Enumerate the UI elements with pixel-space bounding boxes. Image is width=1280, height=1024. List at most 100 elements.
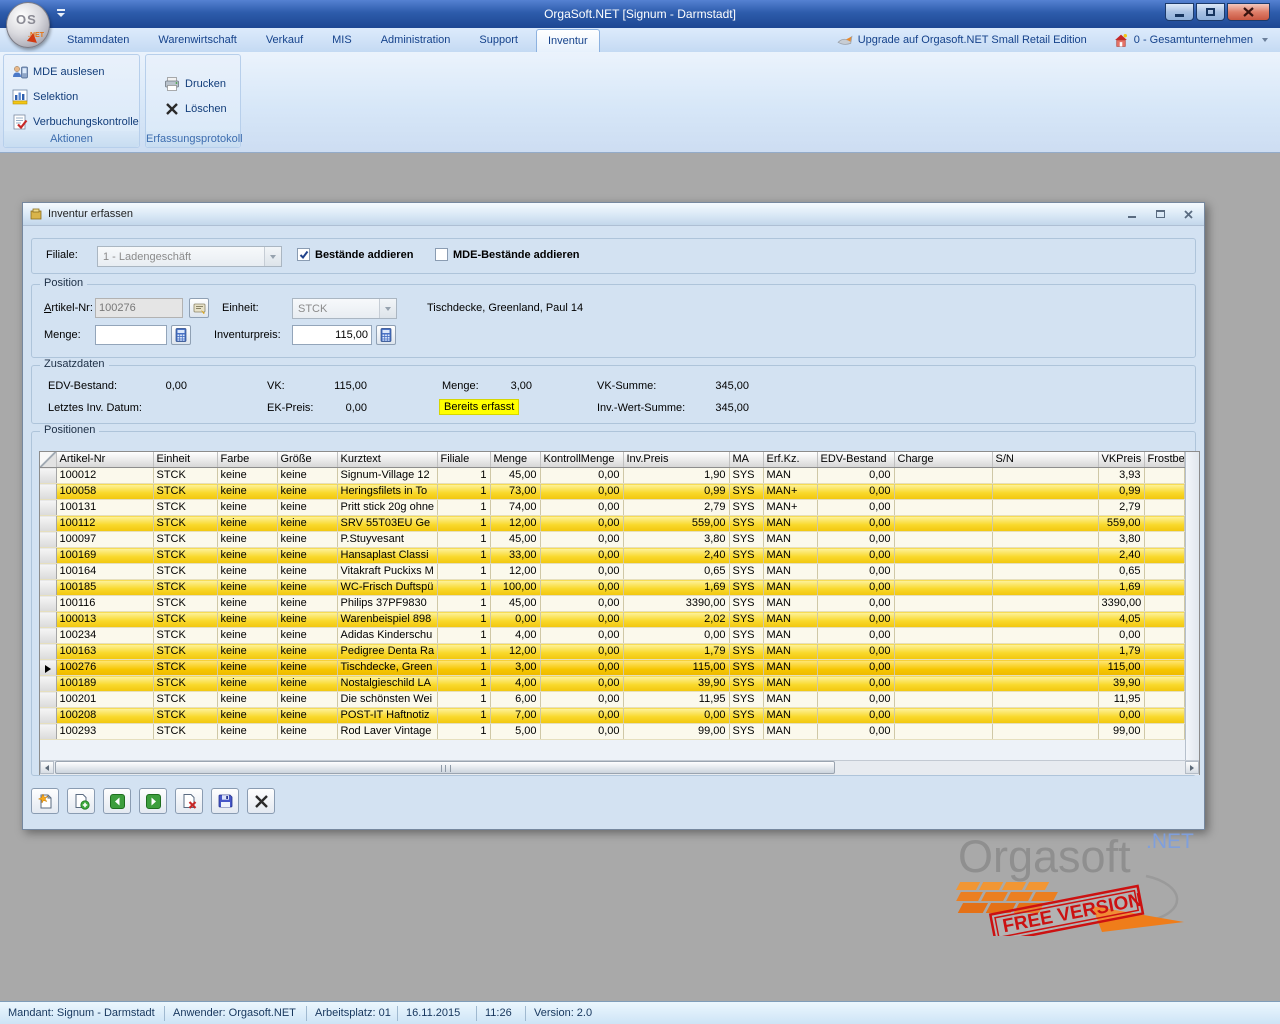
- cell-invpreis[interactable]: 2,40: [623, 548, 729, 564]
- cell-invpreis[interactable]: 0,99: [623, 484, 729, 500]
- cell-einheit[interactable]: STCK: [153, 580, 217, 596]
- cell-kurztext[interactable]: Signum-Village 12: [337, 468, 437, 484]
- cell-charge[interactable]: [894, 692, 992, 708]
- cell-einheit[interactable]: STCK: [153, 724, 217, 740]
- cell-frostbest[interactable]: [1144, 500, 1184, 516]
- cell-vkpreis[interactable]: 3390,00: [1098, 596, 1144, 612]
- cell-groesse[interactable]: keine: [277, 468, 337, 484]
- cell-charge[interactable]: [894, 500, 992, 516]
- cell-farbe[interactable]: keine: [217, 644, 277, 660]
- cell-edv-bestand[interactable]: 0,00: [817, 612, 894, 628]
- cell-invpreis[interactable]: 0,00: [623, 708, 729, 724]
- cell-filiale[interactable]: 1: [437, 548, 490, 564]
- cell-charge[interactable]: [894, 724, 992, 740]
- cell-erfkz[interactable]: MAN: [763, 708, 817, 724]
- cell-kurztext[interactable]: WC-Frisch Duftspü: [337, 580, 437, 596]
- cell-erfkz[interactable]: MAN: [763, 644, 817, 660]
- cell-charge[interactable]: [894, 628, 992, 644]
- selektion-button[interactable]: Selektion: [12, 88, 78, 106]
- cell-erfkz[interactable]: MAN: [763, 580, 817, 596]
- cell-artikel-nr[interactable]: 100116: [56, 596, 153, 612]
- cell-invpreis[interactable]: 1,79: [623, 644, 729, 660]
- horizontal-scroll-thumb[interactable]: [55, 761, 835, 774]
- cell-ma[interactable]: SYS: [729, 548, 763, 564]
- cell-charge[interactable]: [894, 596, 992, 612]
- cell-kontrollmenge[interactable]: 0,00: [540, 724, 623, 740]
- cell-sn[interactable]: [992, 564, 1098, 580]
- cell-groesse[interactable]: keine: [277, 628, 337, 644]
- row-marker-cell[interactable]: [40, 724, 56, 740]
- cell-kurztext[interactable]: POST-IT Haftnotiz: [337, 708, 437, 724]
- cell-erfkz[interactable]: MAN: [763, 660, 817, 676]
- cell-charge[interactable]: [894, 468, 992, 484]
- cell-farbe[interactable]: keine: [217, 724, 277, 740]
- cell-edv-bestand[interactable]: 0,00: [817, 724, 894, 740]
- grid-column-header[interactable]: KontrollMenge: [540, 452, 623, 468]
- table-row[interactable]: 100131 STCK keine keine Pritt stick 20g …: [40, 500, 1184, 516]
- cell-menge[interactable]: 4,00: [490, 676, 540, 692]
- cell-ma[interactable]: SYS: [729, 596, 763, 612]
- cell-menge[interactable]: 45,00: [490, 468, 540, 484]
- cell-menge[interactable]: 45,00: [490, 596, 540, 612]
- cell-filiale[interactable]: 1: [437, 532, 490, 548]
- app-logo-icon[interactable]: OS .NET: [6, 2, 50, 48]
- cell-frostbest[interactable]: [1144, 612, 1184, 628]
- cell-artikel-nr[interactable]: 100293: [56, 724, 153, 740]
- dialog-maximize-button[interactable]: [1150, 207, 1170, 222]
- cell-ma[interactable]: SYS: [729, 660, 763, 676]
- save-record-button[interactable]: [211, 788, 239, 814]
- cell-ma[interactable]: SYS: [729, 468, 763, 484]
- cell-invpreis[interactable]: 11,95: [623, 692, 729, 708]
- cell-edv-bestand[interactable]: 0,00: [817, 628, 894, 644]
- cell-kontrollmenge[interactable]: 0,00: [540, 516, 623, 532]
- cell-frostbest[interactable]: [1144, 484, 1184, 500]
- cell-kontrollmenge[interactable]: 0,00: [540, 580, 623, 596]
- cell-artikel-nr[interactable]: 100189: [56, 676, 153, 692]
- cell-ma[interactable]: SYS: [729, 532, 763, 548]
- cell-farbe[interactable]: keine: [217, 468, 277, 484]
- cell-vkpreis[interactable]: 2,79: [1098, 500, 1144, 516]
- close-button[interactable]: [1227, 3, 1270, 21]
- cell-sn[interactable]: [992, 532, 1098, 548]
- new-record-button[interactable]: [31, 788, 59, 814]
- cell-kontrollmenge[interactable]: 0,00: [540, 676, 623, 692]
- cell-farbe[interactable]: keine: [217, 564, 277, 580]
- cell-vkpreis[interactable]: 4,05: [1098, 612, 1144, 628]
- maximize-button[interactable]: [1196, 3, 1225, 21]
- cell-artikel-nr[interactable]: 100169: [56, 548, 153, 564]
- cell-farbe[interactable]: keine: [217, 580, 277, 596]
- ribbon-tab[interactable]: MIS: [321, 28, 363, 52]
- cell-charge[interactable]: [894, 532, 992, 548]
- cell-kontrollmenge[interactable]: 0,00: [540, 596, 623, 612]
- cell-edv-bestand[interactable]: 0,00: [817, 580, 894, 596]
- table-row[interactable]: 100097 STCK keine keine P.Stuyvesant 1 4…: [40, 532, 1184, 548]
- grid-column-header[interactable]: EDV-Bestand: [817, 452, 894, 468]
- cell-kontrollmenge[interactable]: 0,00: [540, 660, 623, 676]
- cell-groesse[interactable]: keine: [277, 500, 337, 516]
- cell-menge[interactable]: 5,00: [490, 724, 540, 740]
- cell-filiale[interactable]: 1: [437, 628, 490, 644]
- cell-frostbest[interactable]: [1144, 580, 1184, 596]
- cell-frostbest[interactable]: [1144, 516, 1184, 532]
- cell-menge[interactable]: 4,00: [490, 628, 540, 644]
- cell-frostbest[interactable]: [1144, 596, 1184, 612]
- cell-erfkz[interactable]: MAN: [763, 532, 817, 548]
- cell-filiale[interactable]: 1: [437, 676, 490, 692]
- cell-invpreis[interactable]: 0,65: [623, 564, 729, 580]
- grid-corner-cell[interactable]: [40, 452, 56, 468]
- menge-input[interactable]: [95, 325, 167, 345]
- table-row[interactable]: 100189 STCK keine keine Nostalgieschild …: [40, 676, 1184, 692]
- cell-kontrollmenge[interactable]: 0,00: [540, 532, 623, 548]
- cell-einheit[interactable]: STCK: [153, 676, 217, 692]
- cell-ma[interactable]: SYS: [729, 644, 763, 660]
- cell-sn[interactable]: [992, 660, 1098, 676]
- cell-einheit[interactable]: STCK: [153, 644, 217, 660]
- cell-groesse[interactable]: keine: [277, 532, 337, 548]
- cell-filiale[interactable]: 1: [437, 644, 490, 660]
- cell-edv-bestand[interactable]: 0,00: [817, 500, 894, 516]
- cell-frostbest[interactable]: [1144, 692, 1184, 708]
- table-row[interactable]: 100058 STCK keine keine Heringsfilets in…: [40, 484, 1184, 500]
- cell-farbe[interactable]: keine: [217, 708, 277, 724]
- cell-artikel-nr[interactable]: 100131: [56, 500, 153, 516]
- cell-farbe[interactable]: keine: [217, 596, 277, 612]
